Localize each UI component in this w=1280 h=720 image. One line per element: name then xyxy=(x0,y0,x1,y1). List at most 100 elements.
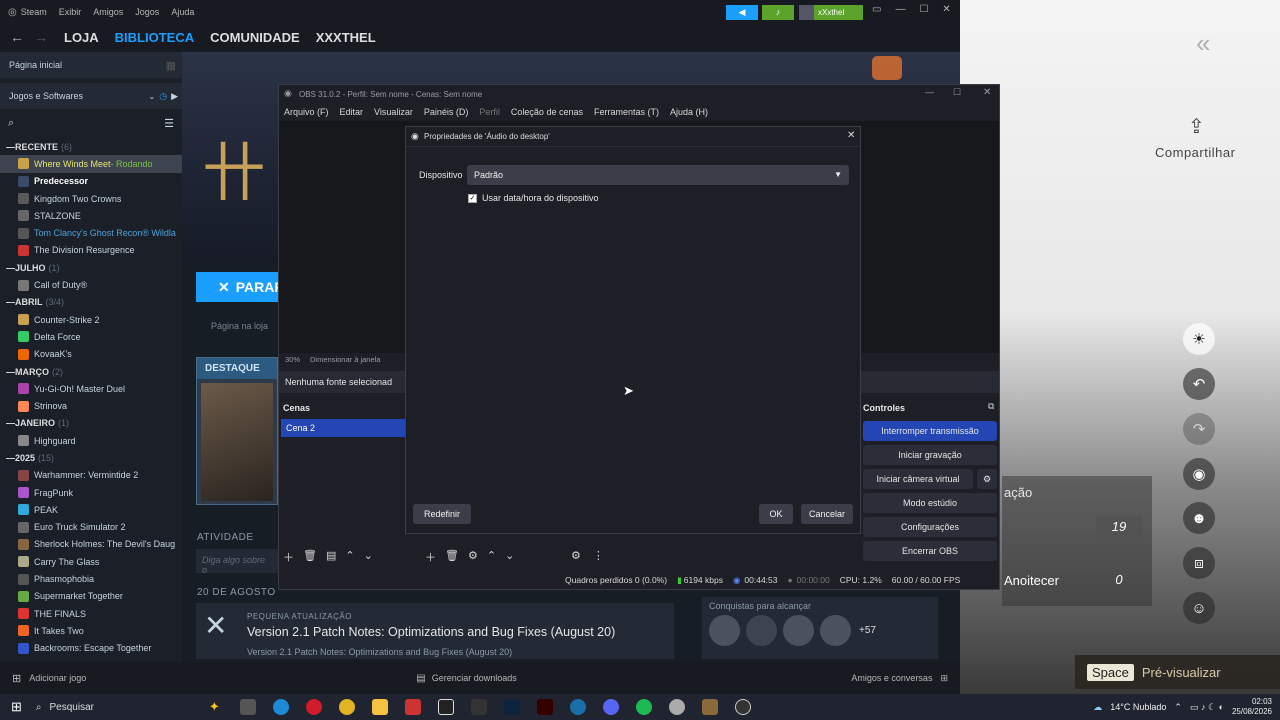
menu-view[interactable]: Visualizar xyxy=(374,107,413,117)
minimize-icon[interactable]: — xyxy=(925,87,934,97)
featured-card[interactable]: DESTAQUE xyxy=(196,357,278,505)
add-icon[interactable]: ＋ xyxy=(425,549,436,565)
section-header[interactable]: — RECENTE (6) xyxy=(0,138,182,155)
close-icon[interactable]: ✕ xyxy=(942,4,950,15)
game-list-item[interactable]: STALZONE xyxy=(0,207,182,224)
game-list-item[interactable]: PEAK xyxy=(0,501,182,518)
move-up-icon[interactable]: ⌃ xyxy=(345,549,354,565)
game-list-item[interactable]: Tom Clancy's Ghost Recon® Wildla xyxy=(0,224,182,241)
start-recording-button[interactable]: Iniciar gravação xyxy=(863,445,997,465)
undock-icon[interactable]: ⧉ xyxy=(988,401,994,412)
notifications-button[interactable]: ♪ xyxy=(762,5,794,20)
move-up-icon[interactable]: ⌃ xyxy=(487,549,496,565)
menu-profile[interactable]: Perfil xyxy=(479,107,500,117)
close-icon[interactable]: ✕ xyxy=(847,130,855,141)
menu-edit[interactable]: Editar xyxy=(340,107,364,117)
app-icon[interactable] xyxy=(470,699,487,715)
game-list-item[interactable]: Highguard xyxy=(0,432,182,449)
game-list-item[interactable]: It Takes Two xyxy=(0,622,182,639)
task-view-icon[interactable] xyxy=(239,699,256,715)
menu-games[interactable]: Jogos xyxy=(135,7,159,17)
value-field-2[interactable]: 0 xyxy=(1096,569,1142,591)
eye-icon[interactable]: ◉ xyxy=(1183,458,1215,490)
menu-help[interactable]: Ajuda (H) xyxy=(670,107,708,117)
nav-store[interactable]: LOJA xyxy=(64,30,99,45)
nav-user[interactable]: XXXTHEL xyxy=(316,30,376,45)
illustrator-icon[interactable] xyxy=(536,699,553,715)
undo-icon[interactable]: ↶ xyxy=(1183,368,1215,400)
folder-icon[interactable] xyxy=(371,699,388,715)
capcut-icon[interactable] xyxy=(437,699,454,715)
move-down-icon[interactable]: ⌄ xyxy=(364,549,373,565)
menu-tools[interactable]: Ferramentas (T) xyxy=(594,107,659,117)
filter-icon[interactable]: ▤ xyxy=(326,549,336,565)
game-list-item[interactable]: THE FINALS xyxy=(0,605,182,622)
stop-button[interactable]: ✕ PARAR xyxy=(196,272,286,302)
game-list-item[interactable]: Where Winds Meet - Rodando xyxy=(0,155,182,173)
preview-hint[interactable]: Space Pré-visualizar xyxy=(1075,655,1280,689)
game-list-item[interactable]: Yu-Gi-Oh! Master Duel xyxy=(0,380,182,397)
taskbar-search[interactable]: ⌕ Pesquisar xyxy=(36,696,191,718)
start-icon[interactable]: ⊞ xyxy=(11,699,22,715)
downloads-icon[interactable]: ▤ xyxy=(416,673,425,684)
person-icon[interactable]: ☺ xyxy=(1183,592,1215,624)
section-header[interactable]: — JANEIRO (1) xyxy=(0,415,182,432)
edge-icon[interactable] xyxy=(272,699,289,715)
friends-chat-button[interactable]: Amigos e conversas xyxy=(851,673,932,683)
chevron-up-icon[interactable]: ⌃ xyxy=(1174,702,1182,713)
add-game-button[interactable]: Adicionar jogo xyxy=(29,673,86,683)
nav-library[interactable]: BIBLIOTECA xyxy=(115,30,194,45)
obs-icon[interactable] xyxy=(734,699,751,715)
store-page-link[interactable]: Página na loja xyxy=(211,321,268,331)
reset-button[interactable]: Redefinir xyxy=(413,504,471,524)
minimize-icon[interactable]: — xyxy=(895,4,905,15)
menu-steam[interactable]: Steam xyxy=(21,7,47,17)
game-list-item[interactable]: Call of Duty® xyxy=(0,276,182,293)
game-list-item[interactable]: KovaaK's xyxy=(0,346,182,363)
home-row[interactable]: Página inicial ▦ xyxy=(0,52,182,78)
game-list-item[interactable]: The Division Resurgence xyxy=(0,242,182,259)
trash-icon[interactable]: 🗑 xyxy=(303,549,317,565)
manage-downloads-button[interactable]: Gerenciar downloads xyxy=(432,673,517,683)
steam-logo-icon[interactable]: ◎ xyxy=(8,7,17,18)
cancel-button[interactable]: Cancelar xyxy=(801,504,853,524)
nav-community[interactable]: COMUNIDADE xyxy=(210,30,300,45)
redo-icon[interactable]: ↷ xyxy=(1183,413,1215,445)
close-icon[interactable]: ✕ xyxy=(983,87,991,98)
advanced-audio-icon[interactable]: ⚙ xyxy=(571,549,581,562)
game-list-item[interactable]: Euro Truck Simulator 2 xyxy=(0,519,182,536)
grid-icon[interactable]: ▦ xyxy=(166,59,176,72)
frame-icon[interactable]: ⧈ xyxy=(1183,547,1215,579)
game-list-item[interactable]: Predecessor xyxy=(0,173,182,190)
brightness-icon[interactable]: ☀ xyxy=(1183,323,1215,355)
section-header[interactable]: — ABRIL (3/4) xyxy=(0,294,182,311)
discord-icon[interactable] xyxy=(602,699,619,715)
game-list-item[interactable]: Sherlock Holmes: The Devil's Daug xyxy=(0,536,182,553)
settings-button[interactable]: Configurações xyxy=(863,517,997,537)
game-list-item[interactable]: Counter-Strike 2 xyxy=(0,311,182,328)
spotify-icon[interactable] xyxy=(635,699,652,715)
clock[interactable]: 02:03 25/08/2026 xyxy=(1232,697,1272,717)
resize-label[interactable]: Dimensionar à janela xyxy=(310,355,380,364)
move-down-icon[interactable]: ⌄ xyxy=(505,549,514,565)
menu-docks[interactable]: Painéis (D) xyxy=(424,107,469,117)
achievements-card[interactable]: Conquistas para alcançar +57 xyxy=(702,597,938,659)
photoshop-icon[interactable] xyxy=(503,699,520,715)
zoom-value[interactable]: 30% xyxy=(285,355,300,364)
scene-list-item[interactable]: Cena 2 xyxy=(281,419,405,437)
value-field-1[interactable]: 19 xyxy=(1096,516,1142,538)
plus-icon[interactable]: ⊞ xyxy=(12,672,21,685)
chevron-down-icon[interactable]: ⌄ xyxy=(149,92,156,101)
game-list-item[interactable]: Carry The Glass xyxy=(0,553,182,570)
menu-view[interactable]: Exibir xyxy=(59,7,82,17)
sparkle-icon[interactable]: ✦ xyxy=(209,699,220,715)
game-list-item[interactable]: Kingdom Two Crowns xyxy=(0,190,182,207)
menu-friends[interactable]: Amigos xyxy=(93,7,123,17)
share-label[interactable]: Compartilhar xyxy=(1155,145,1235,160)
menu-help[interactable]: Ajuda xyxy=(171,7,194,17)
chrome-icon[interactable] xyxy=(338,699,355,715)
game-list-item[interactable]: FragPunk xyxy=(0,484,182,501)
update-card[interactable]: ✕ PEQUENA ATUALIZAÇÃO Version 2.1 Patch … xyxy=(196,603,674,659)
achievements-more[interactable]: +57 xyxy=(859,625,876,636)
add-icon[interactable]: ＋ xyxy=(283,549,294,565)
